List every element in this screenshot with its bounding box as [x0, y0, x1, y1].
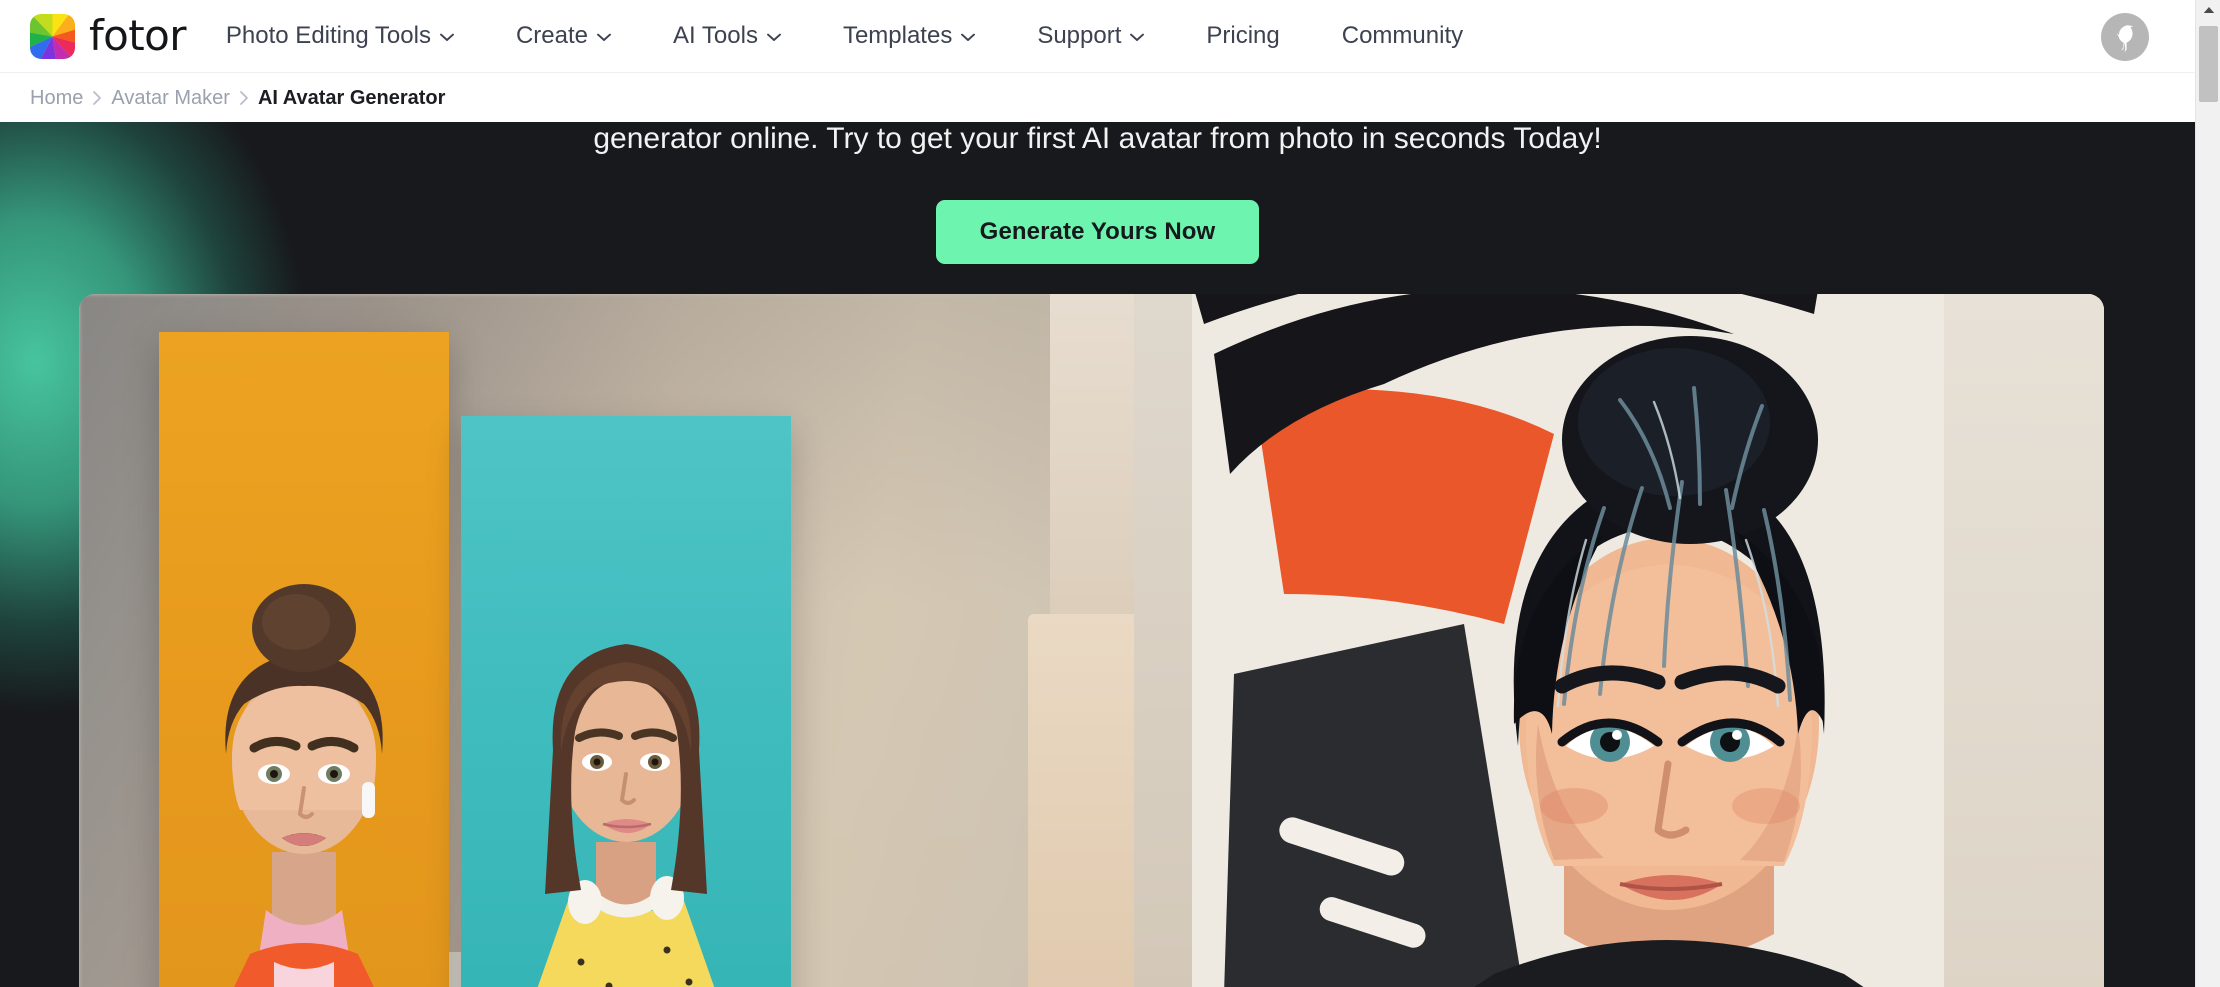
collage-edge-card — [1028, 614, 1134, 987]
nav-item-ai-tools[interactable]: AI Tools — [673, 24, 781, 48]
breadcrumb-item-ai-avatar-generator: AI Avatar Generator — [257, 86, 446, 109]
nav-item-pricing[interactable]: Pricing — [1206, 24, 1279, 48]
chevron-right-icon — [83, 90, 111, 106]
orange-portrait-card — [159, 332, 449, 987]
hero-subtitle: generator online. Try to get your first … — [593, 122, 1602, 155]
nav-label: Templates — [842, 22, 953, 49]
illustrated-avatar-panel[interactable] — [1134, 294, 2104, 987]
fotor-logo[interactable]: fotor — [30, 11, 187, 60]
nav-item-community[interactable]: Community — [1342, 24, 1463, 48]
browser-viewport: fotor Photo Editing Tools Create AI Tool… — [0, 0, 2220, 987]
breadcrumb-bar: Home Avatar Maker AI Avatar Generator — [0, 72, 2195, 122]
comic-style-avatar-illustration — [1192, 294, 1944, 987]
woman-portrait-headphones-illustration — [537, 644, 715, 987]
nav-label: Support — [1037, 22, 1122, 49]
vertical-scrollbar[interactable] — [2195, 0, 2220, 987]
user-avatar[interactable] — [2101, 13, 2149, 61]
scrollbar-thumb[interactable] — [2199, 26, 2218, 102]
chevron-right-icon — [230, 90, 258, 106]
scroll-up-arrow-icon[interactable] — [2196, 0, 2220, 20]
nav-item-create[interactable]: Create — [516, 24, 611, 48]
nav-label: Community — [1341, 22, 1464, 49]
nav-item-templates[interactable]: Templates — [842, 22, 976, 49]
chevron-down-icon — [961, 33, 976, 42]
avatar-showcase-gallery — [79, 294, 2104, 987]
breadcrumb: Home Avatar Maker AI Avatar Generator — [30, 88, 445, 108]
nav-label: Pricing — [1206, 22, 1280, 49]
nav-label: Create — [515, 22, 588, 49]
nav-label: AI Tools — [673, 22, 758, 49]
chevron-down-icon — [597, 33, 611, 42]
hero-section: generator online. Try to get your first … — [0, 122, 2195, 987]
photo-collage-panel[interactable] — [79, 294, 1134, 987]
generate-yours-now-button[interactable]: Generate Yours Now — [935, 200, 1260, 264]
breadcrumb-item-avatar-maker[interactable]: Avatar Maker — [111, 88, 230, 108]
site-header: fotor Photo Editing Tools Create AI Tool… — [0, 0, 2195, 72]
fotor-color-wheel-icon — [30, 13, 75, 59]
main-navigation: Photo Editing Tools Create AI Tools Temp… — [226, 24, 1463, 48]
breadcrumb-item-home[interactable]: Home — [30, 88, 83, 108]
hero-cta-container: Generate Yours Now — [0, 200, 2195, 264]
chevron-down-icon — [440, 33, 454, 42]
chevron-down-icon — [1130, 33, 1145, 42]
chevron-down-icon — [766, 33, 781, 42]
nav-item-photo-editing-tools[interactable]: Photo Editing Tools — [226, 24, 454, 48]
bird-avatar-icon — [2110, 21, 2140, 53]
fotor-wordmark: fotor — [89, 11, 187, 60]
nav-item-support[interactable]: Support — [1037, 22, 1145, 49]
teal-portrait-card — [461, 416, 791, 987]
woman-portrait-bun-illustration — [225, 584, 383, 987]
nav-label: Photo Editing Tools — [225, 22, 431, 49]
